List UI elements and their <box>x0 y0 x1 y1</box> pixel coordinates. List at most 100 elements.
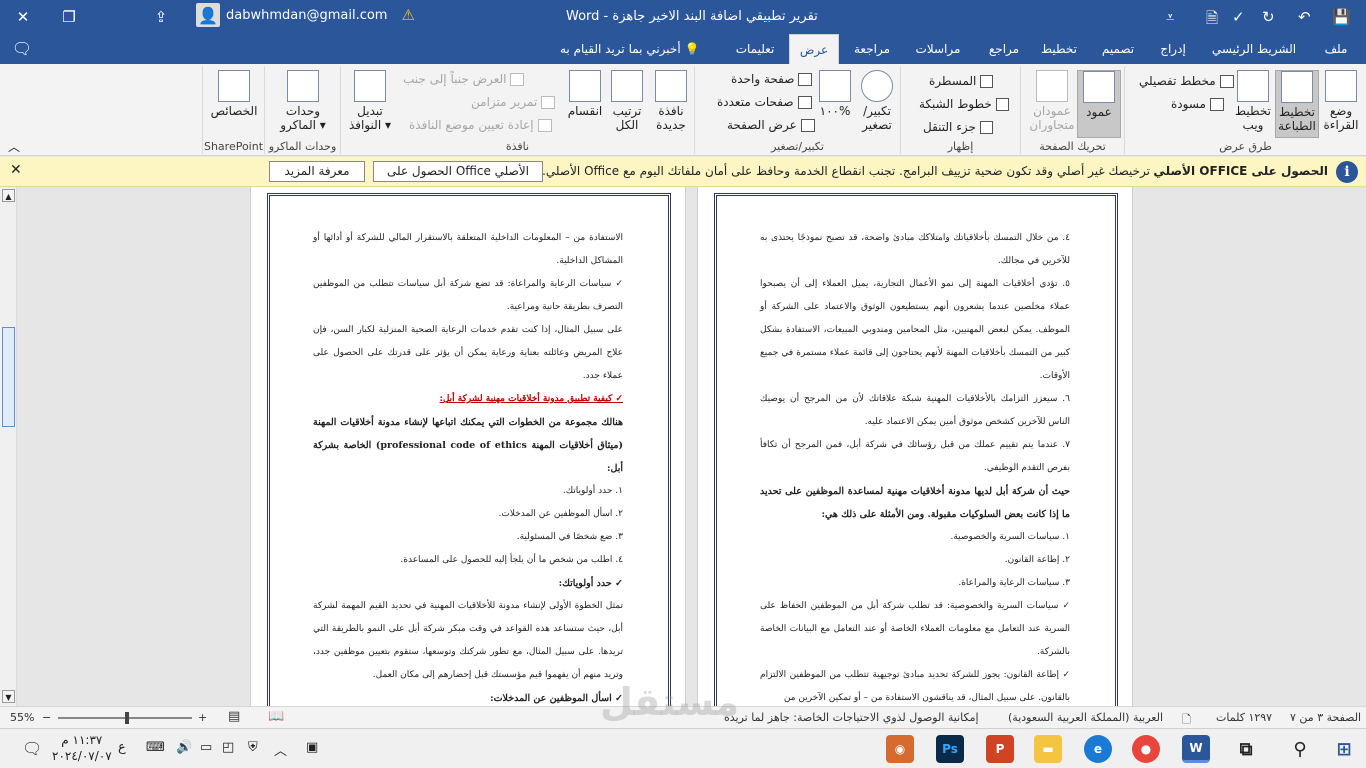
chrome-icon[interactable]: ● <box>1132 735 1160 763</box>
page-left[interactable]: الاستفادة من – المعلومات الداخلية المتعل… <box>250 187 686 706</box>
read-mode-view-icon[interactable]: 📖 <box>268 709 284 724</box>
tab-insert[interactable]: إدراج <box>1153 34 1193 64</box>
taskbar-app-icon[interactable]: ◉ <box>886 735 914 763</box>
ruler-checkbox[interactable]: المسطرة <box>929 74 994 88</box>
file-icon[interactable]: 🗎 <box>1206 8 1218 33</box>
photoshop-icon[interactable]: Ps <box>936 735 964 763</box>
tab-help[interactable]: تعليمات <box>730 34 780 64</box>
vertical-button[interactable]: عمود <box>1077 70 1121 138</box>
clock[interactable]: ١١:٣٧ م ٢٠٢٤/٠٧/٠٧ <box>52 732 112 764</box>
print-layout-view-icon[interactable]: ▤ <box>228 709 240 724</box>
zoom-100-button[interactable]: ١٠٠% <box>815 70 855 118</box>
new-window-button[interactable]: نافذة جديدة <box>649 70 693 132</box>
arrange-all-button[interactable]: ترتيب الكل <box>607 70 647 132</box>
zoom-out-icon[interactable]: − <box>42 711 51 724</box>
side-to-side-button[interactable]: عمودان متجاوران <box>1027 70 1077 132</box>
tab-review[interactable]: مراجعة <box>846 34 898 64</box>
ribbon-display-options-button[interactable]: ⇪ <box>138 0 184 34</box>
tab-design[interactable]: تصميم <box>1096 34 1140 64</box>
multiple-pages-button[interactable]: صفحات متعددة <box>717 95 812 109</box>
list-item: ٢. اسأل الموظفين عن المدخلات. <box>498 509 623 519</box>
notifications-icon[interactable]: 🗨 <box>22 739 42 758</box>
learn-more-button[interactable]: معرفة المزيد <box>269 161 365 182</box>
save-icon[interactable]: 💾 <box>1332 8 1351 26</box>
one-page-button[interactable]: صفحة واحدة <box>731 72 813 86</box>
network-icon[interactable]: ◰ <box>222 740 234 755</box>
scroll-down-icon[interactable]: ▼ <box>2 690 15 703</box>
tab-home[interactable]: الشريط الرئيسي <box>1204 34 1304 64</box>
close-message-icon[interactable]: ✕ <box>10 162 22 178</box>
input-language[interactable]: ع <box>118 740 126 755</box>
zoom-in-icon[interactable]: + <box>198 711 207 724</box>
collapse-ribbon-icon[interactable]: ︿ <box>8 138 20 155</box>
page-width-button[interactable]: عرض الصفحة <box>727 118 815 132</box>
language-status[interactable]: العربية (المملكة العربية السعودية) <box>1008 711 1163 724</box>
warning-icon[interactable]: ⚠ <box>401 6 414 24</box>
multiple-pages-icon <box>797 95 812 109</box>
web-layout-button[interactable]: تخطيط ويب <box>1231 70 1275 132</box>
task-view-icon[interactable]: ⧉ <box>1232 735 1260 763</box>
tab-references[interactable]: مراجع <box>982 34 1026 64</box>
print-layout-button[interactable]: تخطيط الطباعة <box>1275 70 1319 138</box>
outline-button[interactable]: مخطط تفصيلي <box>1139 74 1234 88</box>
scroll-up-icon[interactable]: ▲ <box>2 189 15 202</box>
zoom-slider-thumb[interactable] <box>125 712 129 724</box>
sync-scrolling-button[interactable]: تمرير متزامن <box>471 95 556 109</box>
edge-icon[interactable]: e <box>1084 735 1112 763</box>
show-hidden-icons-icon[interactable]: ︿ <box>274 740 287 759</box>
tab-view[interactable]: عرض <box>789 34 839 64</box>
word-icon[interactable]: W <box>1182 735 1210 763</box>
redo-icon[interactable]: ↻ <box>1262 8 1275 26</box>
search-icon[interactable]: ⚲ <box>1286 735 1314 763</box>
zoom-slider[interactable] <box>58 712 192 724</box>
zoom-percent[interactable]: 55% <box>10 711 34 724</box>
page-left-text[interactable]: الاستفادة من – المعلومات الداخلية المتعل… <box>313 227 623 710</box>
start-icon[interactable]: ⊞ <box>1330 735 1358 763</box>
draft-label: مسودة <box>1171 97 1206 111</box>
meet-now-icon[interactable]: ▣ <box>306 740 318 755</box>
zoom-button[interactable]: تكبير/تصغير <box>855 70 899 132</box>
list-item: ٣. ضع شخصًا في المسئولية. <box>516 532 623 542</box>
list-item: ١. حدد أولوياتك. <box>562 486 623 496</box>
account-area[interactable]: 👤 dabwhmdan@gmail.com ⚠ <box>196 3 415 27</box>
reset-window-button[interactable]: إعادة تعيين موضع النافذة <box>409 118 552 132</box>
powerpoint-icon[interactable]: P <box>986 735 1014 763</box>
scroll-thumb[interactable] <box>2 327 15 427</box>
comments-icon[interactable]: 🗨 <box>2 34 42 64</box>
tab-layout[interactable]: تخطيط <box>1037 34 1081 64</box>
tab-mailings[interactable]: مراسلات <box>908 34 968 64</box>
read-mode-label: وضع القراءة <box>1323 104 1359 132</box>
split-button[interactable]: انقسام <box>565 70 605 118</box>
page-right[interactable]: ٤. من خلال التمسك بأخلاقياتك وامتلاكك مب… <box>697 187 1133 706</box>
clock-date: ٢٠٢٤/٠٧/٠٧ <box>52 749 112 763</box>
word-count[interactable]: ١٢٩٧ كلمات <box>1216 711 1272 724</box>
page-right-text[interactable]: ٤. من خلال التمسك بأخلاقياتك وامتلاكك مب… <box>760 227 1070 710</box>
spelling-icon[interactable]: ✓ <box>1232 8 1245 26</box>
security-icon[interactable]: ⛨ <box>248 740 258 755</box>
vertical-scrollbar[interactable]: ▲ ▼ <box>0 187 17 706</box>
close-window-button[interactable]: ✕ <box>0 0 46 34</box>
nav-pane-checkbox[interactable]: جزء التنقل <box>923 120 993 134</box>
properties-button[interactable]: الخصائص <box>207 70 261 118</box>
file-explorer-icon[interactable]: ▬ <box>1034 735 1062 763</box>
macros-button[interactable]: وحدات الماكرو ▾ <box>273 70 333 132</box>
tell-me-box[interactable]: أخبرني بما تريد القيام به 💡 <box>560 34 699 64</box>
keyboard-icon[interactable]: ⌨ <box>146 740 165 755</box>
undo-icon[interactable]: ↶ <box>1298 8 1311 26</box>
customize-qat-icon[interactable]: ⩡ <box>1166 8 1174 26</box>
restore-window-button[interactable]: ❐ <box>46 0 92 34</box>
get-genuine-office-button[interactable]: الحصول على Office الأصلي <box>373 161 543 182</box>
view-side-by-side-button[interactable]: العرض جنباً إلى جنب <box>403 72 525 86</box>
group-macros: وحدات الماكرو ▾ وحدات الماكرو <box>264 66 340 154</box>
read-mode-button[interactable]: وضع القراءة <box>1319 70 1363 132</box>
gridlines-checkbox[interactable]: خطوط الشبكة <box>919 97 1009 111</box>
tab-file[interactable]: ملف <box>1316 34 1356 64</box>
zoom-100-label: ١٠٠% <box>819 104 851 118</box>
draft-button[interactable]: مسودة <box>1171 97 1224 111</box>
switch-windows-button[interactable]: تبديل النوافذ ▾ <box>345 70 395 132</box>
volume-icon[interactable]: 🔊 <box>176 740 192 755</box>
page-number[interactable]: الصفحة ٣ من ٧ <box>1290 711 1361 724</box>
battery-icon[interactable]: ▭ <box>200 740 212 755</box>
clock-time: ١١:٣٧ م <box>61 733 103 747</box>
accessibility-status[interactable]: إمكانية الوصول لذوي الاحتياجات الخاصة: ج… <box>724 711 979 724</box>
